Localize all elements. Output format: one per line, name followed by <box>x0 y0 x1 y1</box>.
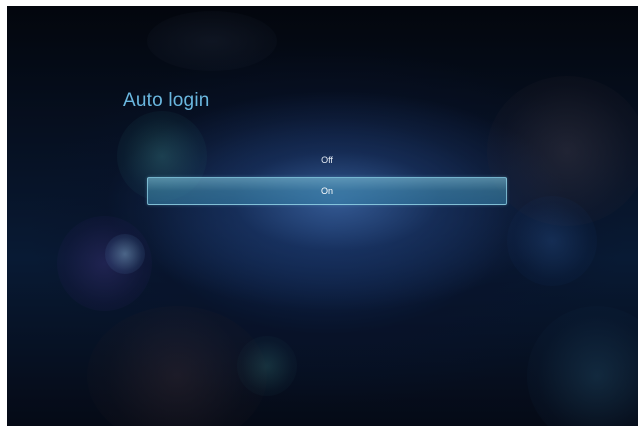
screen: Auto login Off On <box>7 6 638 426</box>
bokeh-light <box>237 336 297 396</box>
option-list: Off On <box>147 146 507 208</box>
bokeh-light <box>147 11 277 71</box>
option-on[interactable]: On <box>147 177 507 205</box>
bokeh-light <box>87 306 267 426</box>
option-off[interactable]: Off <box>147 146 507 174</box>
bokeh-light <box>105 234 145 274</box>
bokeh-light <box>487 76 638 226</box>
bokeh-light <box>507 196 597 286</box>
page-title: Auto login <box>123 90 210 111</box>
bokeh-light <box>527 306 638 426</box>
bokeh-light <box>57 216 152 311</box>
